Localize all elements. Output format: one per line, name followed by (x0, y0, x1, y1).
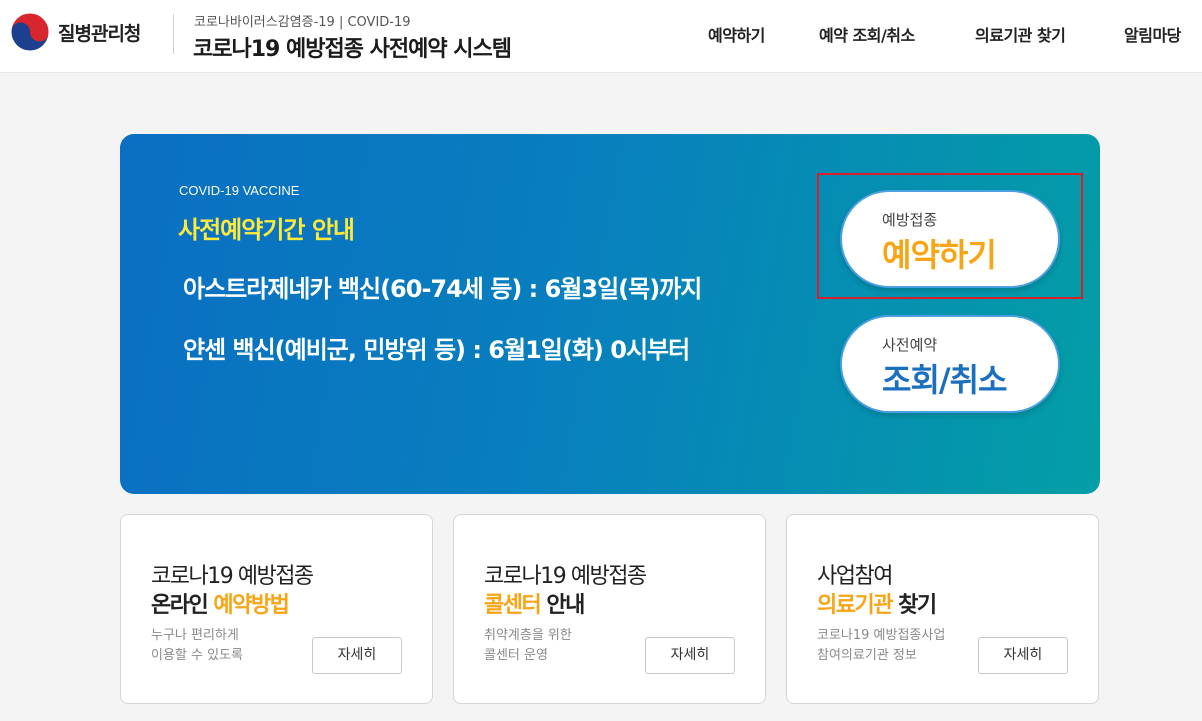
card-line1: 코로나19 예방접종 (151, 564, 314, 589)
nav-lookup-cancel[interactable]: 예약 조회/취소 (819, 22, 915, 46)
card-line2-plain-after: 찾기 (891, 593, 937, 618)
card-desc-line1: 누구나 편리하게 (151, 628, 239, 643)
nav-reserve[interactable]: 예약하기 (708, 22, 765, 46)
card-line2-plain-after: 안내 (540, 593, 585, 618)
card-description: 누구나 편리하게 이용할 수 있도록 (151, 626, 243, 666)
logo-text: 질병관리청 (58, 22, 141, 45)
banner-astrazeneca-period: 아스트라제네카 백신(60-74세 등) : 6월3일(목)까지 (183, 275, 702, 303)
header-subtitle: 코로나바이러스감염증-19 | COVID-19 (194, 15, 411, 30)
card-find-clinic: 사업참여 의료기관 찾기 코로나19 예방접종사업 참여의료기관 정보 자세히 (786, 514, 1099, 704)
lookup-button-caption: 사전예약 (882, 336, 938, 354)
card-line2-highlight: 콜센터 (484, 593, 542, 618)
card-line2: 온라인 예약방법 (151, 587, 290, 619)
system-title[interactable]: 코로나19 예방접종 사전예약 시스템 (193, 31, 512, 63)
card-desc-line2: 콜센터 운영 (484, 648, 548, 663)
card-line2: 의료기관 찾기 (817, 587, 937, 619)
card-line1: 코로나19 예방접종 (484, 564, 647, 589)
card-desc-line2: 참여의료기관 정보 (817, 648, 917, 663)
card-description: 취약계층을 위한 콜센터 운영 (484, 626, 572, 666)
card-line2: 콜센터 안내 (484, 587, 585, 619)
lookup-cancel-button[interactable]: 사전예약 조회/취소 (840, 315, 1060, 413)
card-line2-highlight: 예약방법 (213, 593, 289, 618)
reserve-button[interactable]: 예방접종 예약하기 (840, 190, 1060, 288)
banner-title: 사전예약기간 안내 (178, 216, 355, 244)
card-line1: 사업참여 (817, 564, 893, 589)
card-desc-line1: 취약계층을 위한 (484, 628, 572, 643)
kdca-logo[interactable]: 질병관리청 (10, 12, 141, 52)
reservation-banner: COVID-19 VACCINE 사전예약기간 안내 아스트라제네카 백신(60… (120, 134, 1100, 494)
reserve-button-caption: 예방접종 (882, 211, 938, 229)
lookup-button-label: 조회/취소 (882, 361, 1007, 399)
card-call-center: 코로나19 예방접종 콜센터 안내 취약계층을 위한 콜센터 운영 자세히 (453, 514, 766, 704)
card-desc-line2: 이용할 수 있도록 (151, 648, 243, 663)
reserve-button-label: 예약하기 (882, 236, 997, 274)
banner-eyebrow: COVID-19 VACCINE (179, 183, 300, 198)
card-desc-line1: 코로나19 예방접종사업 (817, 628, 946, 643)
card-line2-highlight: 의료기관 (817, 593, 893, 618)
taegeuk-emblem-icon (10, 12, 50, 52)
card-line2-plain: 온라인 (151, 593, 214, 618)
nav-find-clinic[interactable]: 의료기관 찾기 (975, 22, 1066, 46)
detail-button-call-center[interactable]: 자세히 (645, 637, 735, 674)
site-header: 질병관리청 코로나바이러스감염증-19 | COVID-19 코로나19 예방접… (0, 0, 1202, 73)
detail-button-find-clinic[interactable]: 자세히 (978, 637, 1068, 674)
card-description: 코로나19 예방접종사업 참여의료기관 정보 (817, 626, 945, 666)
nav-notice-board[interactable]: 알림마당 (1124, 22, 1181, 46)
banner-janssen-period: 얀센 백신(예비군, 민방위 등) : 6월1일(화) 0시부터 (183, 336, 690, 364)
header-divider (173, 14, 174, 54)
detail-button-online-reservation[interactable]: 자세히 (312, 637, 402, 674)
card-online-reservation: 코로나19 예방접종 온라인 예약방법 누구나 편리하게 이용할 수 있도록 자… (120, 514, 433, 704)
